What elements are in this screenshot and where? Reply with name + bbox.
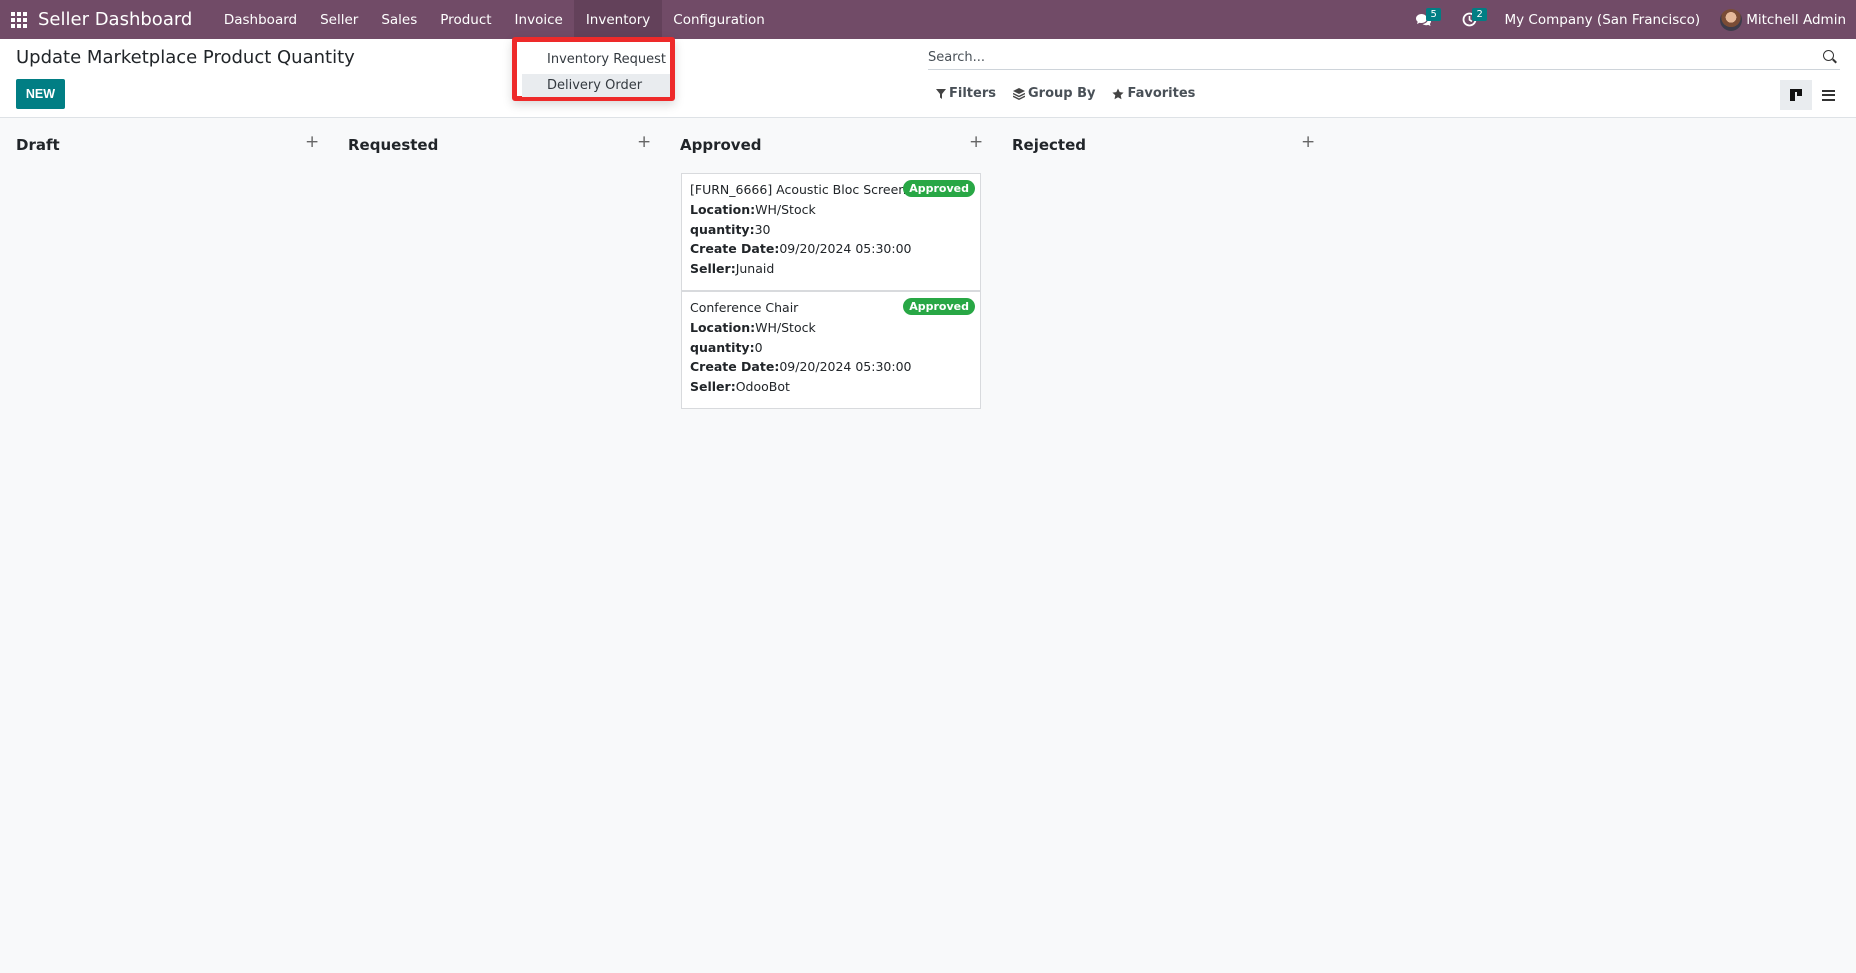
kanban-card[interactable]: Conference Chair Approved Location:WH/St…: [681, 291, 981, 409]
dropdown-item-delivery-order[interactable]: Delivery Order: [522, 74, 670, 97]
menu-product[interactable]: Product: [429, 0, 503, 39]
status-badge: Approved: [903, 298, 975, 315]
company-switcher[interactable]: My Company (San Francisco): [1504, 12, 1700, 28]
add-record-icon[interactable]: +: [1301, 132, 1315, 152]
card-create-date: Create Date:09/20/2024 05:30:00: [690, 359, 912, 374]
navbar-systray: 5 2 My Company (San Francisco) Mitchell …: [1412, 0, 1846, 39]
list-view-button[interactable]: [1812, 80, 1844, 110]
favorites-button[interactable]: Favorites: [1112, 86, 1195, 101]
kanban-icon: [1790, 89, 1802, 101]
list-icon: [1821, 89, 1835, 101]
menu-configuration[interactable]: Configuration: [662, 0, 777, 39]
dropdown-item-inventory-request[interactable]: Inventory Request: [522, 48, 670, 71]
control-panel: Update Marketplace Product Quantity NEW …: [0, 39, 1856, 118]
card-create-date: Create Date:09/20/2024 05:30:00: [690, 241, 912, 256]
user-name: Mitchell Admin: [1746, 11, 1846, 28]
inventory-dropdown-menu: Inventory Request Delivery Order: [512, 37, 675, 101]
card-location: Location:WH/Stock: [690, 320, 816, 335]
card-quantity: quantity:0: [690, 339, 763, 355]
activities-button[interactable]: 2: [1458, 0, 1487, 39]
new-button[interactable]: NEW: [16, 79, 65, 109]
search-icon[interactable]: [1822, 49, 1838, 65]
menu-sales[interactable]: Sales: [370, 0, 429, 39]
user-menu[interactable]: Mitchell Admin: [1720, 8, 1846, 31]
menu-dashboard[interactable]: Dashboard: [212, 0, 308, 39]
group-by-button[interactable]: Group By: [1012, 86, 1096, 101]
add-record-icon[interactable]: +: [305, 132, 319, 152]
search-options: Filters Group By Favorites: [936, 86, 1212, 101]
app-title[interactable]: Seller Dashboard: [38, 9, 200, 30]
group-by-label: Group By: [1027, 86, 1096, 101]
messages-button[interactable]: 5: [1412, 0, 1441, 39]
favorites-label: Favorites: [1127, 86, 1196, 101]
layers-icon: [1012, 87, 1025, 100]
card-quantity: quantity:30: [690, 221, 771, 237]
filter-icon: [936, 88, 946, 99]
view-switcher: [1780, 80, 1844, 110]
main-menu: Dashboard Seller Sales Product Invoice I…: [212, 0, 776, 39]
column-title: Rejected: [1012, 136, 1087, 154]
kanban-card[interactable]: [FURN_6666] Acoustic Bloc Screens Approv…: [681, 173, 981, 291]
top-navbar: Seller Dashboard Dashboard Seller Sales …: [0, 0, 1856, 39]
kanban-view-button[interactable]: [1780, 80, 1812, 110]
column-title: Requested: [348, 136, 439, 154]
page-title: Update Marketplace Product Quantity: [16, 47, 355, 68]
add-record-icon[interactable]: +: [969, 132, 983, 152]
menu-invoice[interactable]: Invoice: [503, 0, 574, 39]
search-input[interactable]: [928, 49, 1822, 65]
filters-label: Filters: [949, 86, 996, 101]
messages-count-badge: 5: [1426, 8, 1441, 21]
star-icon: [1112, 88, 1125, 99]
column-title: Draft: [16, 136, 60, 154]
activities-count-badge: 2: [1472, 8, 1487, 21]
filters-button[interactable]: Filters: [936, 86, 996, 101]
card-location: Location:WH/Stock: [690, 202, 816, 217]
card-seller: Seller:OdooBot: [690, 378, 790, 394]
menu-inventory[interactable]: Inventory: [574, 0, 662, 39]
menu-seller[interactable]: Seller: [309, 0, 370, 39]
apps-menu-icon[interactable]: [0, 0, 38, 39]
add-record-icon[interactable]: +: [637, 132, 651, 152]
search-bar: [928, 45, 1840, 70]
card-seller: Seller:Junaid: [690, 260, 775, 276]
status-badge: Approved: [903, 180, 975, 197]
column-title: Approved: [680, 136, 762, 154]
avatar: [1720, 8, 1743, 31]
kanban-board: Draft + Requested + Approved + Rejected …: [0, 119, 1856, 973]
